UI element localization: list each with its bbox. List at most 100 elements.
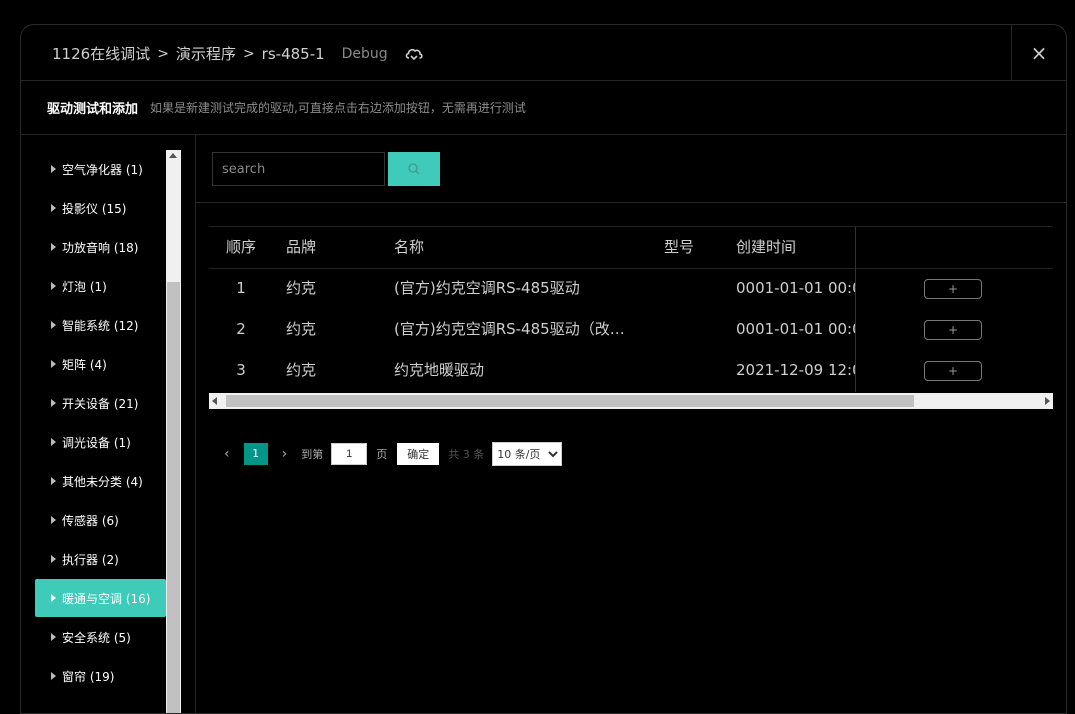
close-icon: ×	[1030, 40, 1048, 65]
driver-main-panel: 顺序 品牌 名称 型号 创建时间 1 约克 (官方)约克空调RS-485驱动 0001…	[196, 135, 1066, 713]
sidebar-category-item[interactable]: 执行器 (2)	[35, 540, 166, 578]
cell-name: (官方)约克空调RS-485驱动（改…	[394, 320, 625, 338]
sidebar-category-label: 灯泡 (1)	[62, 279, 107, 294]
cell-created-time: 0001-01-01 00:00	[736, 279, 856, 297]
breadcrumb-item-project[interactable]: 1126在线调试	[52, 43, 150, 64]
table-scrollbar-thumb[interactable]	[226, 395, 914, 407]
caret-right-icon	[51, 204, 56, 212]
sidebar-category-label: 安全系统 (5)	[62, 630, 131, 645]
pagination: ‹ 1 › 到第 页 确定 共 3 条 10 条/页	[224, 442, 563, 466]
table-horizontal-scrollbar[interactable]	[209, 393, 1053, 409]
caret-right-icon	[51, 321, 56, 329]
caret-right-icon	[51, 360, 56, 368]
sidebar-category-item[interactable]: 灯泡 (1)	[35, 267, 166, 305]
total-count: 共 3 条	[448, 448, 485, 461]
action-column: + + +	[855, 227, 1054, 392]
cell-brand: 约克	[286, 361, 317, 379]
close-button[interactable]: ×	[1011, 25, 1066, 80]
caret-right-icon	[51, 282, 56, 290]
sidebar-category-label: 空气净化器 (1)	[62, 162, 143, 177]
caret-right-icon	[51, 243, 56, 251]
search-input[interactable]	[212, 152, 385, 186]
breadcrumb-separator-icon: >	[242, 45, 255, 62]
sidebar-category-label: 开关设备 (21)	[62, 396, 139, 411]
page-size-select[interactable]: 10 条/页	[492, 442, 563, 466]
goto-confirm-button[interactable]: 确定	[397, 443, 440, 465]
cell-created-time: 2021-12-09 12:07	[736, 361, 856, 379]
cell-name: 约克地暖驱动	[394, 361, 485, 379]
caret-right-icon	[51, 165, 56, 173]
column-header-brand: 品牌	[286, 238, 317, 256]
page-number-current[interactable]: 1	[243, 443, 268, 465]
caret-right-icon	[51, 555, 56, 563]
cell-created-time: 0001-01-01 00:00	[736, 320, 856, 338]
sidebar-category-item[interactable]: 智能系统 (12)	[35, 306, 166, 344]
sidebar-category-label: 投影仪 (15)	[62, 201, 127, 216]
cell-model	[664, 268, 724, 309]
sidebar-category-item[interactable]: 其他未分类 (4)	[35, 462, 166, 500]
sidebar-category-item[interactable]: 功放音响 (18)	[35, 228, 166, 266]
sidebar-category-item[interactable]: 矩阵 (4)	[35, 345, 166, 383]
caret-right-icon	[51, 438, 56, 446]
section-title: 驱动测试和添加	[47, 102, 139, 117]
sidebar-category-label: 调光设备 (1)	[62, 435, 131, 450]
caret-right-icon	[51, 477, 56, 485]
sidebar-category-label: 窗帘 (19)	[62, 669, 115, 684]
sidebar-category-label: 暖通与空调 (16)	[62, 591, 151, 606]
goto-page-input[interactable]	[331, 443, 368, 465]
sidebar-category-item[interactable]: 投影仪 (15)	[35, 189, 166, 227]
sidebar-category-label: 其他未分类 (4)	[62, 474, 143, 489]
scroll-left-icon[interactable]	[212, 397, 217, 405]
scroll-up-icon[interactable]	[169, 153, 177, 158]
add-driver-button[interactable]: +	[924, 279, 982, 299]
sidebar-scrollbar[interactable]	[166, 150, 181, 713]
sidebar-category-item[interactable]: 安全系统 (5)	[35, 618, 166, 656]
cell-brand: 约克	[286, 279, 317, 297]
next-page-icon[interactable]: ›	[282, 446, 288, 462]
search-icon	[408, 163, 420, 175]
sidebar-category-item[interactable]: 窗帘 (19)	[35, 657, 166, 695]
cell-index: 1	[236, 279, 246, 297]
caret-right-icon	[51, 633, 56, 641]
column-header-name: 名称	[394, 238, 425, 256]
section-description: 如果是新建测试完成的驱动,可直接点击右边添加按钮，无需再进行测试	[150, 101, 526, 115]
caret-right-icon	[51, 399, 56, 407]
cloud-sync-icon[interactable]	[404, 45, 424, 63]
search-button[interactable]	[388, 152, 440, 186]
dialog-header: 1126在线调试 > 演示程序 > rs-485-1 Debug ×	[21, 25, 1066, 81]
cell-model	[664, 350, 724, 391]
cell-brand: 约克	[286, 320, 317, 338]
sidebar-category-label: 功放音响 (18)	[62, 240, 139, 255]
caret-right-icon	[51, 672, 56, 680]
search-bar	[212, 152, 440, 186]
sidebar-category-item[interactable]: 空气净化器 (1)	[35, 150, 166, 188]
debug-mode-label: Debug	[341, 45, 388, 62]
breadcrumb-item-program[interactable]: 演示程序	[176, 43, 236, 64]
cell-index: 3	[236, 361, 246, 379]
add-driver-button[interactable]: +	[924, 320, 982, 340]
sidebar-category-label: 执行器 (2)	[62, 552, 119, 567]
add-driver-button[interactable]: +	[924, 361, 982, 381]
scroll-right-icon[interactable]	[1045, 397, 1050, 405]
sidebar-category-item[interactable]: 调光设备 (1)	[35, 423, 166, 461]
goto-label: 到第	[301, 448, 324, 461]
sidebar-category-label: 矩阵 (4)	[62, 357, 107, 372]
breadcrumb: 1126在线调试 > 演示程序 > rs-485-1 Debug	[52, 43, 424, 64]
breadcrumb-separator-icon: >	[157, 45, 169, 62]
caret-right-icon	[51, 594, 56, 602]
prev-page-icon[interactable]: ‹	[224, 446, 230, 462]
divider	[196, 202, 1066, 203]
column-header-index: 顺序	[225, 238, 256, 256]
driver-dialog: 1126在线调试 > 演示程序 > rs-485-1 Debug × 驱动测试和…	[20, 24, 1067, 714]
cell-model	[664, 309, 724, 350]
column-header-model: 型号	[664, 238, 695, 256]
sidebar-category-item[interactable]: 传感器 (6)	[35, 501, 166, 539]
sidebar-category-label: 传感器 (6)	[62, 513, 119, 528]
sidebar-scrollbar-thumb[interactable]	[167, 282, 180, 713]
sidebar-category-item[interactable]: 暖通与空调 (16)	[35, 579, 166, 617]
category-sidebar: 空气净化器 (1) 投影仪 (15) 功放音响 (18) 灯泡 (1) 智能系统 (12…	[21, 135, 196, 713]
sidebar-category-item[interactable]: 开关设备 (21)	[35, 384, 166, 422]
section-header: 驱动测试和添加 如果是新建测试完成的驱动,可直接点击右边添加按钮，无需再进行测试	[21, 81, 1066, 135]
caret-right-icon	[51, 516, 56, 524]
breadcrumb-item-device[interactable]: rs-485-1	[262, 45, 325, 63]
